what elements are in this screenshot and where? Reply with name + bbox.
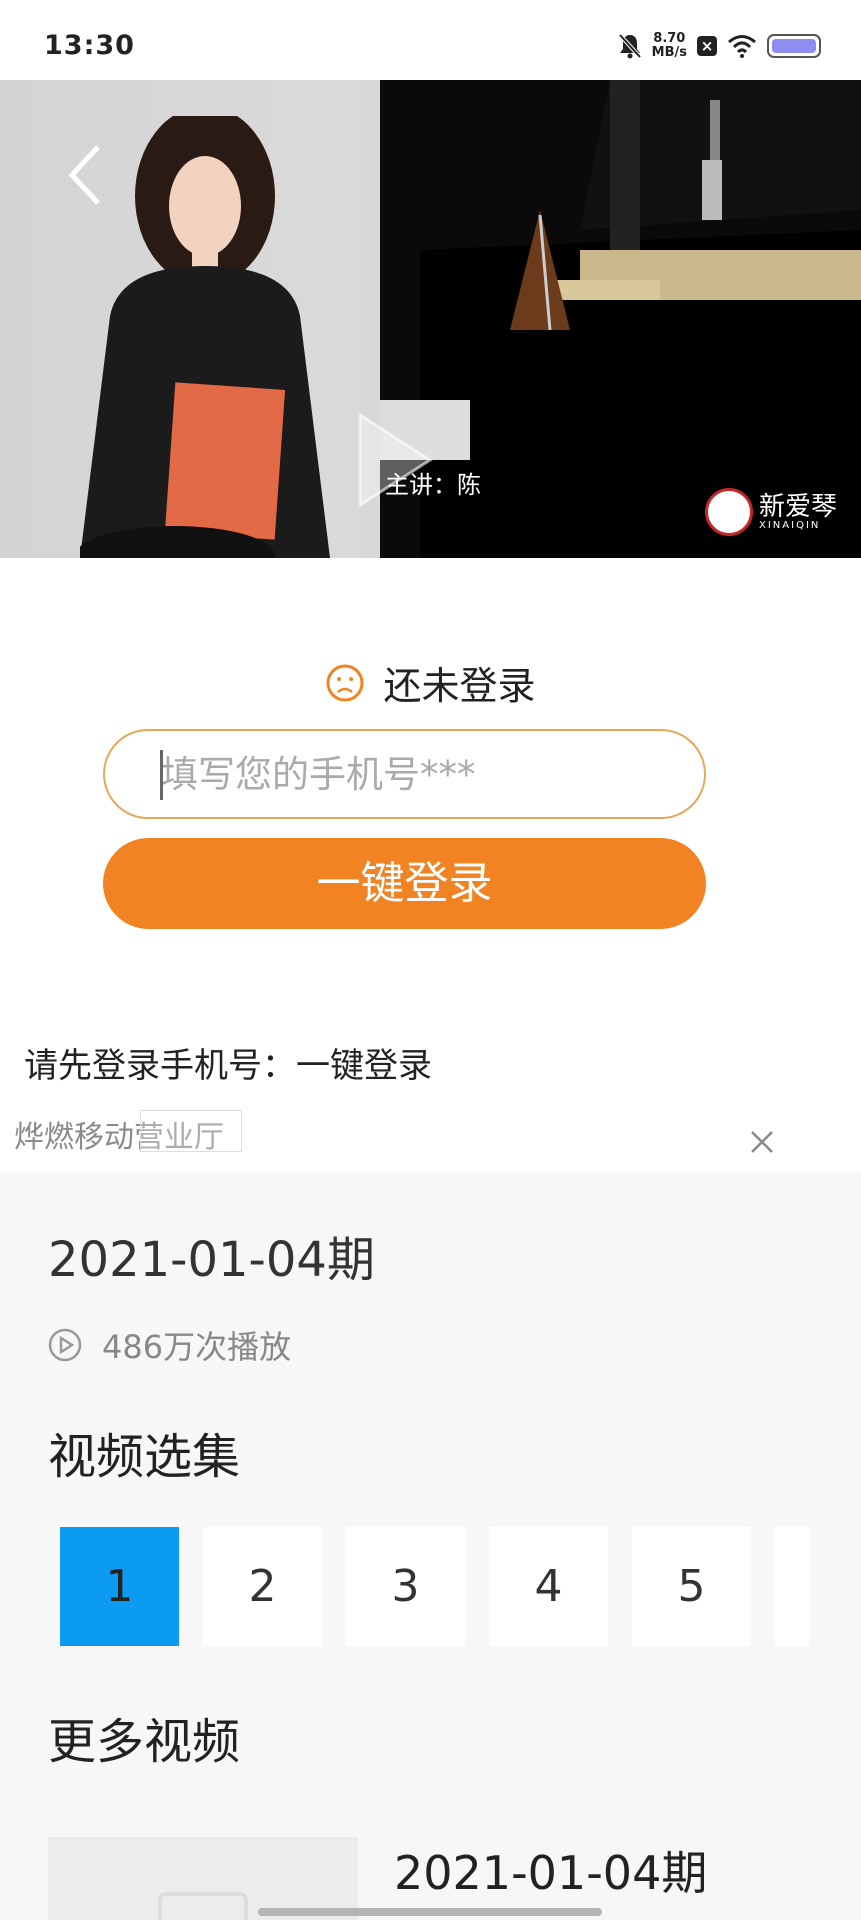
brand-seal-icon [705, 488, 753, 536]
speed-unit: MB/s [651, 45, 687, 60]
episode-item[interactable]: 2 [203, 1527, 322, 1646]
login-status-text: 还未登录 [383, 664, 536, 708]
video-caption: 主讲：陈 [385, 471, 481, 499]
close-icon[interactable] [748, 1128, 776, 1156]
ad-banner[interactable]: 烨燃移动营业厅 [0, 1100, 861, 1170]
network-speed: 8.70 MB/s [652, 32, 687, 60]
brand-name: 新爱琴 [759, 491, 838, 522]
status-bar: 13:30 8.70 MB/s × [0, 0, 861, 80]
mute-icon [618, 33, 642, 59]
one-click-login-button[interactable]: 一键登录 [103, 838, 706, 929]
wifi-icon [728, 35, 756, 58]
play-count-icon [48, 1328, 82, 1362]
text-caret [160, 750, 163, 800]
sad-face-icon [326, 664, 364, 701]
episode-item[interactable]: 3 [346, 1527, 465, 1646]
more-videos-title: 更多视频 [48, 1714, 241, 1770]
video-player[interactable]: 主讲：陈 新爱琴 XINAIQIN [0, 80, 861, 558]
episode-item[interactable]: 5 [632, 1527, 751, 1646]
episode-item[interactable]: 4 [489, 1527, 608, 1646]
phone-input[interactable] [103, 729, 706, 819]
episodes-section-title: 视频选集 [48, 1429, 241, 1485]
login-hint: 请先登录手机号：一键登录 [24, 1046, 432, 1086]
presenter-image [80, 116, 330, 558]
home-indicator[interactable] [258, 1908, 602, 1916]
ad-label-box [140, 1110, 242, 1152]
thumbnail-watermark [158, 1892, 248, 1920]
episode-item[interactable]: 1 [60, 1527, 179, 1646]
episode-item-partial[interactable] [775, 1527, 809, 1646]
back-icon[interactable] [60, 135, 120, 215]
status-icons: 8.70 MB/s × [618, 32, 821, 60]
status-time: 13:30 [44, 30, 135, 61]
video-details: 2021-01-04期 486万次播放 视频选集 1 2 3 4 5 更多视频 … [0, 1172, 861, 1920]
speed-value: 8.70 [653, 31, 686, 46]
battery-icon [767, 34, 821, 58]
login-status: 还未登录 [0, 655, 861, 710]
episode-title: 2021-01-04期 [48, 1232, 375, 1288]
brand-logo: 新爱琴 XINAIQIN [705, 488, 837, 536]
sim-icon: × [697, 36, 717, 56]
play-count: 486万次播放 [48, 1322, 291, 1368]
episode-selector: 1 2 3 4 5 [60, 1527, 809, 1646]
play-count-text: 486万次播放 [102, 1328, 292, 1366]
